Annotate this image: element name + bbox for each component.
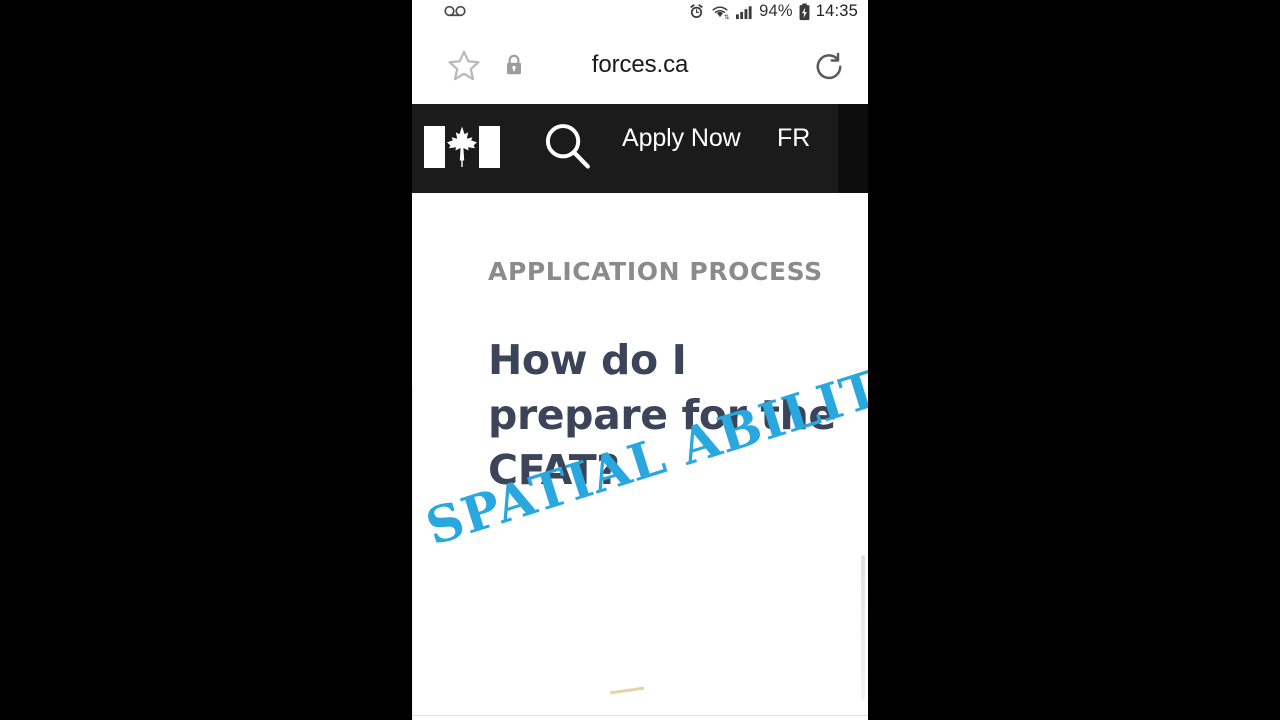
reload-button[interactable] xyxy=(812,50,846,84)
bottom-divider xyxy=(412,715,868,716)
nav-right-shade xyxy=(838,104,868,193)
language-toggle-fr[interactable]: FR xyxy=(777,124,810,153)
cellular-signal-icon xyxy=(736,6,752,20)
wifi-icon: ⇅ xyxy=(712,6,730,20)
voicemail-icon xyxy=(444,5,466,17)
alarm-clock-icon xyxy=(690,4,703,18)
status-bar-left xyxy=(444,4,466,18)
spatial-ability-artwork: SPATIAL ABILITY xyxy=(412,347,868,695)
bottom-partial-content xyxy=(412,680,868,702)
apply-now-link[interactable]: Apply Now xyxy=(622,124,741,153)
site-header-nav: Apply Now FR xyxy=(412,104,868,193)
phone-screen: ⇅ 94% 14:35 forces.ca Apply Now FR APPLI… xyxy=(412,0,868,720)
svg-text:⇅: ⇅ xyxy=(724,14,730,20)
screen-root: ⇅ 94% 14:35 forces.ca Apply Now FR APPLI… xyxy=(0,0,1280,720)
browser-toolbar: forces.ca xyxy=(412,28,868,103)
page-eyebrow-label: APPLICATION PROCESS xyxy=(488,257,823,286)
site-logo-button[interactable] xyxy=(418,120,506,174)
canadian-flag-icon xyxy=(424,126,500,168)
bottom-ghost-left xyxy=(572,684,580,699)
battery-charging-icon xyxy=(799,3,810,20)
page-content: APPLICATION PROCESS How do I prepare for… xyxy=(412,193,868,720)
search-icon xyxy=(545,124,590,169)
url-bar-text[interactable]: forces.ca xyxy=(412,51,868,79)
page-scrollbar[interactable] xyxy=(861,555,865,700)
bottom-ghost-right xyxy=(806,684,810,699)
status-bar: ⇅ 94% 14:35 xyxy=(412,0,868,28)
reload-icon xyxy=(816,52,842,80)
clock-label: 14:35 xyxy=(815,2,858,20)
battery-percent-label: 94% xyxy=(759,2,793,20)
status-bar-right: ⇅ 94% 14:35 xyxy=(688,2,858,21)
search-button[interactable] xyxy=(540,118,596,176)
